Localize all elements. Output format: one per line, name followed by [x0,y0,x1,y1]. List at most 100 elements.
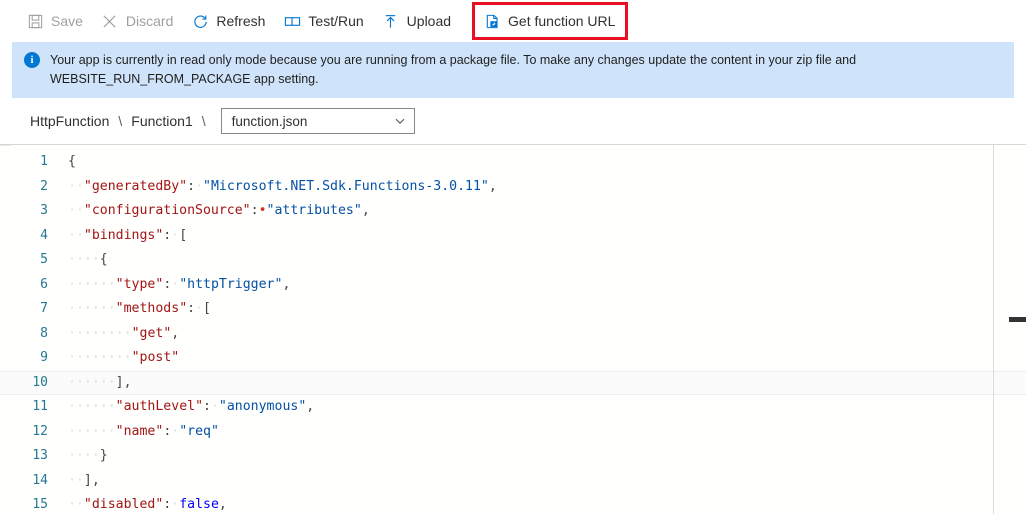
upload-arrow-icon [382,12,400,30]
token-str: "Microsoft.NET.Sdk.Functions-3.0.11" [203,178,489,194]
save-button[interactable]: Save [26,6,83,36]
line-number: 4 [40,227,48,243]
line-number: 3 [40,203,48,218]
indent-guide: ·· [68,399,84,414]
indent-guide: ·· [83,276,100,292]
editor-line[interactable]: 7 ······"methods":·[ [0,297,1026,322]
get-function-url-button[interactable]: Get function URL [472,2,629,40]
chevron-down-icon [394,115,406,127]
line-content: ········"get", [48,322,179,347]
save-label: Save [51,13,83,29]
indent-guide: ·· [83,448,100,463]
breadcrumb-function-name[interactable]: Function1 [131,113,192,129]
close-x-icon [101,12,119,30]
editor-line[interactable]: 4 ··"bindings":·[ [0,224,1026,249]
indent-guide: ·· [68,227,84,243]
editor-line[interactable]: 2 ··"generatedBy":·"Microsoft.NET.Sdk.Fun… [0,175,1026,200]
line-content: ··"disabled":·false, [48,493,227,514]
indent-guide: ·· [99,325,116,341]
indent-guide: ·· [68,374,84,390]
token-punc: , [488,178,497,194]
editor-line[interactable]: 12 ······"name":·"req" [0,420,1026,445]
token-str: "anonymous" [218,399,307,414]
token-punc: : [187,301,196,316]
editor-line[interactable]: 15 ··"disabled":·false, [0,493,1026,514]
test-run-button[interactable]: Test/Run [283,6,364,36]
line-number: 6 [40,276,48,292]
indent-guide: ·· [68,350,84,365]
editor-line[interactable]: 14 ··], [0,469,1026,494]
token-midot: • [258,203,267,218]
token-key: "bindings" [83,227,164,243]
command-toolbar: Save Discard Refresh Test/Run Upload Get… [0,0,1026,42]
token-key: "authLevel" [115,399,204,414]
token-punc: } [99,448,108,463]
discard-button[interactable]: Discard [101,6,173,36]
save-icon [26,12,44,30]
token-punc: , [282,276,291,292]
token-key: "type" [115,276,164,292]
file-select-dropdown[interactable]: function.json [220,108,415,134]
editor-line[interactable]: 10 ······], [0,370,1026,395]
indent-guide: ·· [115,350,132,365]
indent-guide: ·· [99,301,116,316]
token-punc: , [171,325,180,341]
token-punc: { [99,252,108,267]
discard-label: Discard [125,13,174,29]
editor-line[interactable]: 8 ········"get", [0,322,1026,347]
editor-line[interactable]: 3 ··"configurationSource":•"attributes", [0,199,1026,224]
refresh-button[interactable]: Refresh [191,6,265,36]
code-editor[interactable]: 1{2 ··"generatedBy":·"Microsoft.NET.Sdk.F… [0,144,1026,514]
info-banner-text: Your app is currently in read only mode … [50,53,857,86]
indent-guide: ·· [68,448,84,463]
indent-guide: ·· [68,203,84,218]
line-content: ····} [48,444,108,469]
info-circle-icon: i [24,52,40,68]
upload-button[interactable]: Upload [382,6,451,36]
token-sp: · [195,178,204,194]
indent-guide: ·· [83,423,100,439]
indent-guide: ·· [68,178,84,194]
line-number: 12 [32,423,48,439]
editor-line[interactable]: 13 ····} [0,444,1026,469]
line-content: { [48,150,76,175]
line-number: 7 [40,301,48,316]
indent-guide: ·· [83,350,100,365]
line-content: ····{ [48,248,108,273]
token-punc: : [250,203,259,218]
indent-guide: ·· [99,399,116,414]
token-punc: [ [179,227,188,243]
token-kw: false [179,497,219,512]
editor-line[interactable]: 6 ······"type":·"httpTrigger", [0,273,1026,298]
editor-line[interactable]: 5 ····{ [0,248,1026,273]
token-punc: ], [83,472,100,488]
editor-lines[interactable]: 1{2 ··"generatedBy":·"Microsoft.NET.Sdk.F… [0,145,1026,514]
indent-guide: ·· [83,399,100,414]
test-run-icon [283,12,301,30]
line-number: 10 [32,374,48,390]
indent-guide: ·· [83,252,100,267]
editor-line[interactable]: 1{ [0,150,1026,175]
token-punc: , [218,497,227,512]
token-str: "req" [179,423,219,439]
indent-guide: ·· [68,472,84,488]
indent-guide: ·· [68,423,84,439]
indent-guide: ·· [83,301,100,316]
token-str: "httpTrigger" [179,276,283,292]
line-content: ··], [48,469,100,494]
token-key: "configurationSource" [83,203,251,218]
editor-line[interactable]: 11 ······"authLevel":·"anonymous", [0,395,1026,420]
breadcrumb-app-name[interactable]: HttpFunction [30,113,109,129]
line-content: ········"post" [48,346,179,371]
token-punc: : [203,399,211,414]
indent-guide: ·· [68,325,84,341]
upload-label: Upload [406,13,452,29]
line-content: ······"name":·"req" [48,420,219,445]
indent-guide: ·· [68,301,84,316]
test-run-label: Test/Run [308,13,364,29]
line-number: 11 [32,399,48,414]
token-sp: · [195,301,204,316]
refresh-label: Refresh [216,13,266,29]
line-number: 5 [40,252,48,267]
editor-line[interactable]: 9 ········"post" [0,346,1026,371]
